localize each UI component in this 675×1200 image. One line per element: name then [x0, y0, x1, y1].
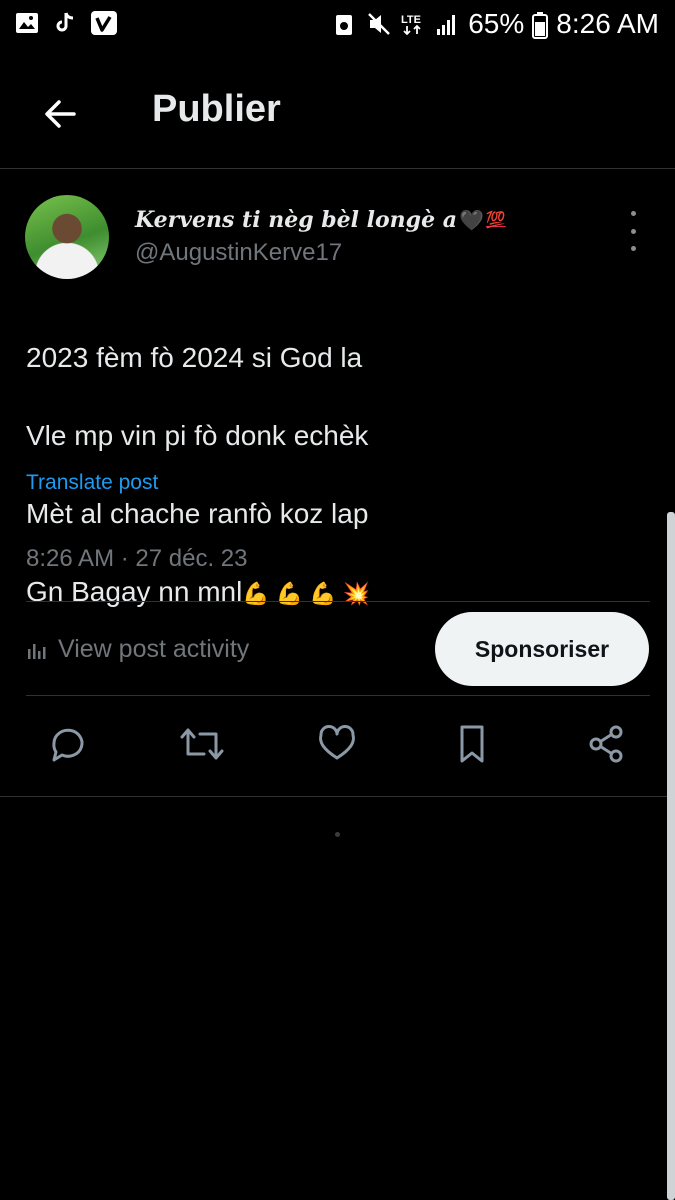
action-bar	[0, 717, 675, 797]
battery-percent: 65%	[468, 8, 525, 39]
divider	[0, 796, 675, 797]
status-bar: LTE 65% 8:26 AM	[0, 0, 675, 52]
more-dot	[630, 246, 636, 251]
avatar[interactable]	[25, 195, 109, 279]
share-icon	[589, 725, 623, 763]
more-options-button[interactable]	[620, 211, 646, 251]
display-name[interactable]: Kervens ti nèg bèl longè a 🖤 💯	[135, 207, 506, 233]
divider	[26, 695, 650, 696]
share-button[interactable]	[579, 717, 633, 771]
svg-text:LTE: LTE	[401, 14, 421, 26]
loading-dot	[335, 832, 340, 837]
page-title: Publier	[152, 88, 281, 130]
post-line: Vle mp vin pi fò donk echèk	[26, 420, 369, 451]
bookmark-icon	[460, 725, 484, 763]
more-dot	[630, 211, 636, 216]
reply-icon	[52, 728, 84, 762]
vimeo-icon	[90, 10, 117, 36]
translate-link[interactable]: Translate post	[26, 471, 158, 495]
view-activity-label: View post activity	[58, 635, 250, 663]
post-line: 2023 fèm fò 2024 si God la	[26, 342, 363, 373]
black-heart-emoji: 🖤	[458, 208, 484, 232]
analytics-icon	[28, 643, 46, 659]
cell-signal-icon	[434, 11, 460, 37]
retweet-button[interactable]	[175, 717, 229, 771]
clock: 8:26 AM	[556, 8, 659, 39]
post-timestamp[interactable]: 8:26 AM · 27 déc. 23	[26, 545, 247, 573]
gallery-icon	[14, 10, 40, 36]
retweet-icon	[180, 728, 224, 760]
post-line-last: Gn Bagay nn mnl💪 💪 💪 💥	[26, 572, 646, 613]
back-button[interactable]	[36, 90, 84, 138]
divider	[26, 601, 650, 602]
header-bar: Publier	[0, 60, 675, 169]
like-button[interactable]	[310, 717, 364, 771]
view-activity-link[interactable]: View post activity	[26, 635, 249, 664]
arrow-left-icon	[45, 100, 76, 128]
scrollbar[interactable]	[667, 512, 675, 1200]
hundred-points-emoji: 💯	[485, 212, 506, 229]
user-handle[interactable]: @AugustinKerve17	[135, 239, 342, 267]
display-name-text: Kervens ti nèg bèl longè a	[135, 207, 457, 233]
reply-button[interactable]	[41, 717, 95, 771]
bookmark-button[interactable]	[445, 717, 499, 771]
battery-icon	[532, 11, 549, 39]
sponsor-button[interactable]: Sponsoriser	[435, 612, 649, 686]
tiktok-icon	[52, 10, 78, 36]
app-screen: LTE 65% 8:26 AM Publier Kervens ti nèg b…	[0, 0, 675, 1200]
sound-off-icon	[366, 11, 392, 37]
more-dot	[630, 228, 636, 234]
like-icon	[319, 725, 355, 760]
signal-mute-icon	[332, 11, 358, 37]
lte-icon: LTE	[400, 11, 426, 37]
post-emojis: 💪 💪 💪 💥	[242, 581, 371, 606]
post-line: Mèt al chache ranfò koz lap	[26, 498, 369, 529]
post-line-text: Gn Bagay nn mnl	[26, 576, 243, 607]
